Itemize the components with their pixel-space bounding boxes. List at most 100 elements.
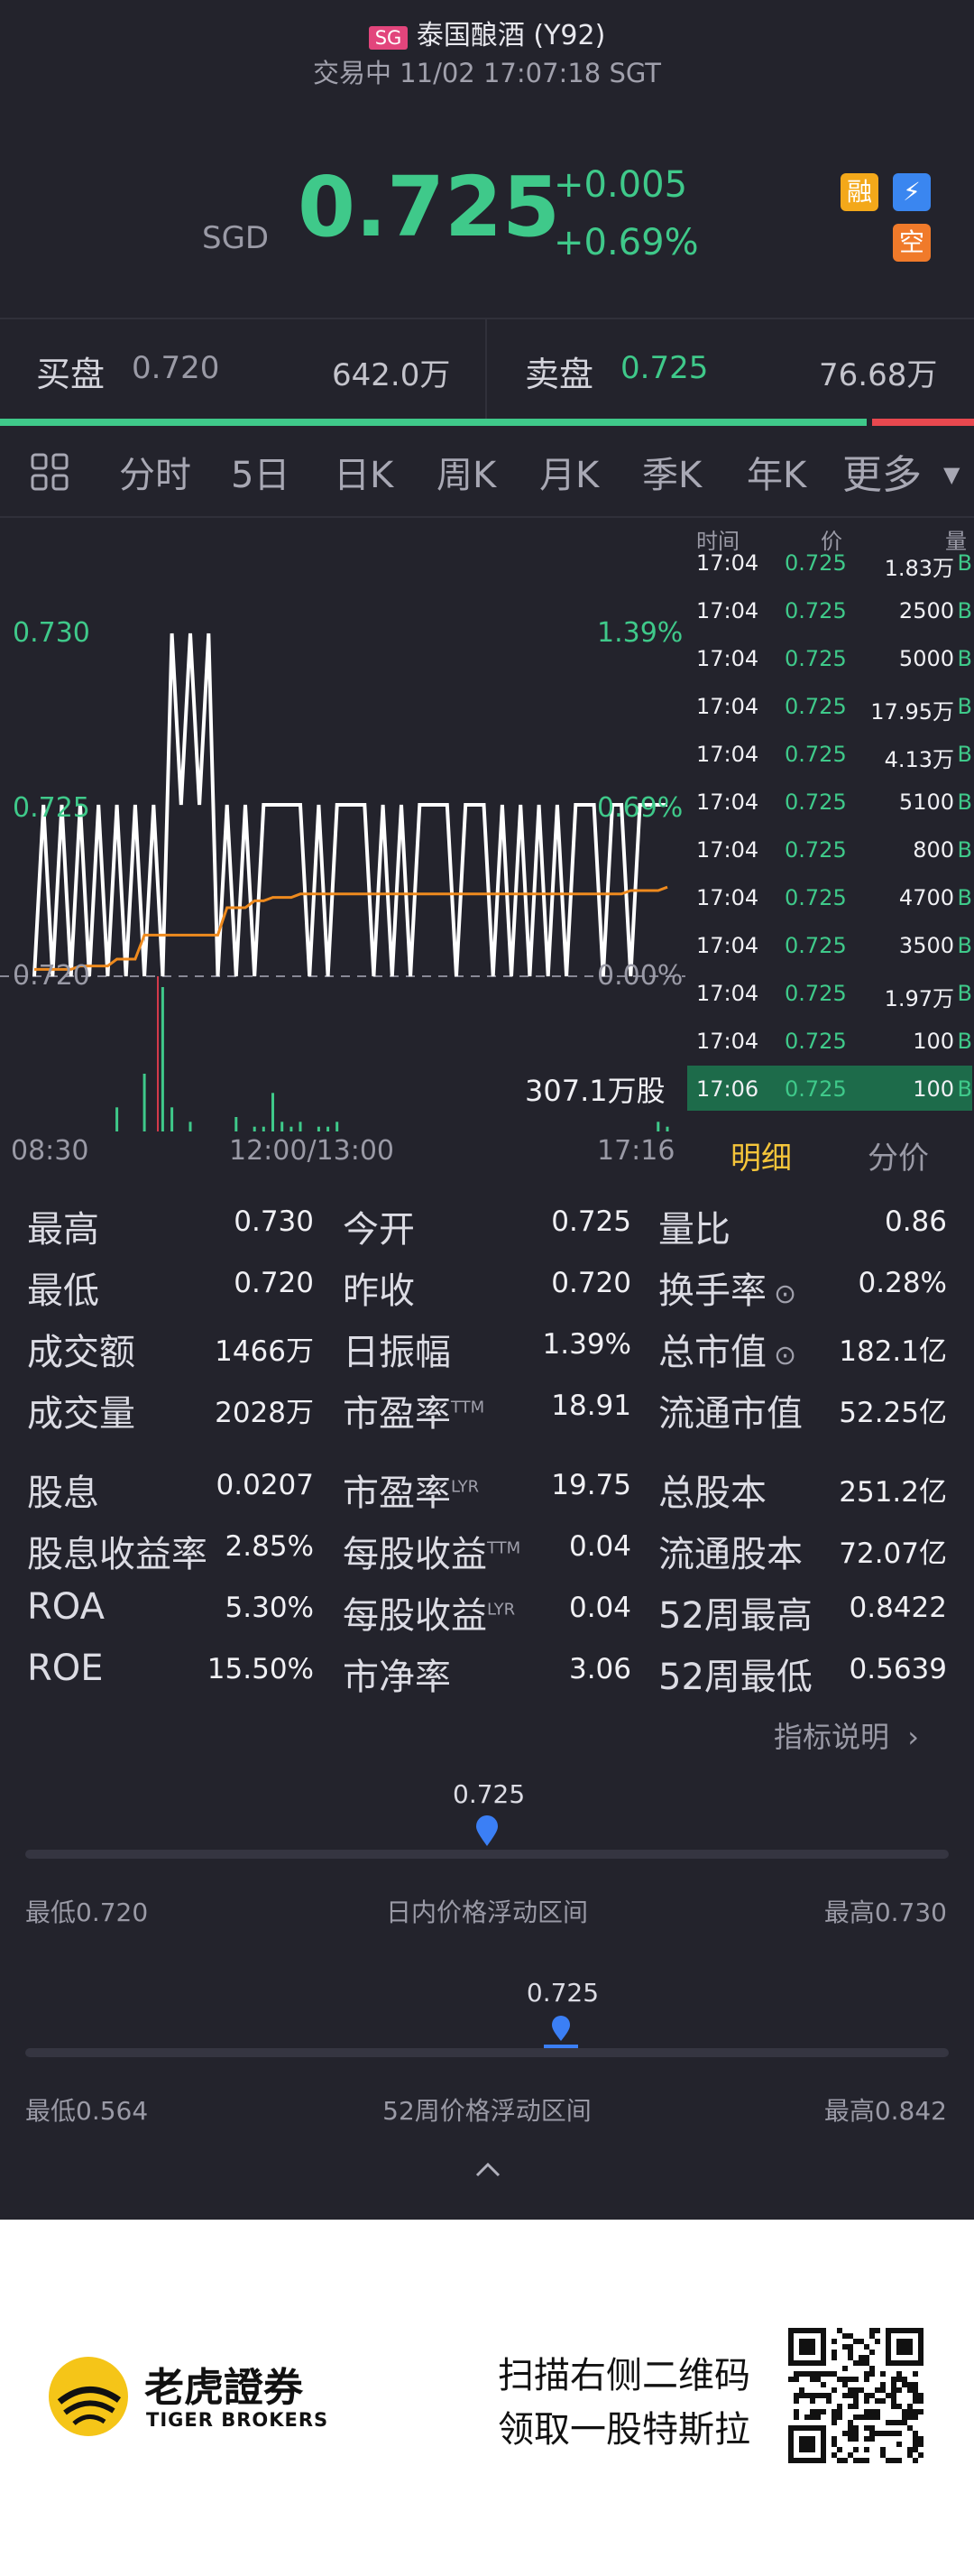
stat-value: 19.75: [551, 1469, 631, 1501]
tape-row: 17:04 0.725 1.97万 B: [687, 970, 972, 1015]
tab-yearly-k[interactable]: 年K: [747, 446, 806, 498]
trade-tape[interactable]: 时间 价 量 17:04 0.725 1.83万 B 17:04 0.725 2500 B 17…: [687, 518, 974, 1131]
trading-status: 交易中 11/02 17:07:18 SGT: [312, 58, 662, 88]
volume-bar: [280, 1122, 284, 1131]
volume-bar: [115, 1107, 119, 1131]
volume-bar: [271, 1093, 274, 1131]
stat-label-text: 总股本: [658, 1473, 767, 1514]
tape-time: 17:04: [696, 837, 759, 863]
tape-side: B: [957, 742, 972, 767]
stat-label-text: 股息: [27, 1473, 99, 1514]
tape-side: B: [957, 789, 972, 815]
stat-label: 最低: [27, 1261, 99, 1314]
promo-line-2: 领取一股特斯拉: [498, 2409, 750, 2451]
tape-row: 17:04 0.725 5100 B: [687, 779, 972, 824]
tape-price: 0.725: [785, 694, 847, 719]
brand-name-cn: 老虎證券: [144, 2365, 303, 2411]
tab-weekly-k[interactable]: 周K: [436, 446, 496, 498]
stat-label: 总市值 ⊙: [658, 1323, 796, 1375]
stat-label: ROE: [27, 1648, 104, 1689]
stat-label: 最高: [27, 1200, 99, 1252]
stock-title: SG 泰国酿酒 (Y92): [0, 13, 974, 52]
tab-quarterly-k[interactable]: 季K: [642, 446, 702, 498]
stat-label-text: 流通股本: [658, 1534, 803, 1575]
tab-intraday[interactable]: 分时: [119, 446, 191, 498]
day-range-panel: 0.725 最低0.720 日内价格浮动区间 最高0.730: [0, 1768, 974, 1949]
bid-ask-ratio-bar: [0, 419, 974, 426]
week52-range-current: 0.725: [526, 1978, 600, 2008]
volume-total: 307.1万股: [525, 1074, 666, 1108]
tape-price: 0.725: [785, 789, 847, 815]
tape-time: 17:04: [696, 646, 759, 671]
collapse-chevron-up-icon[interactable]: [474, 2160, 501, 2182]
bid-ratio-fill: [0, 419, 868, 426]
chart-period-tabs: 分时 5日 日K 周K 月K 季K 年K 更多 ▼: [0, 426, 974, 518]
chevron-right-icon: ›: [907, 1720, 919, 1754]
info-icon[interactable]: ⊙: [774, 1279, 796, 1310]
tab-trade-detail[interactable]: 明细: [730, 1133, 792, 1177]
tab-daily-k[interactable]: 日K: [334, 446, 393, 498]
stat-label-superscript: LYR: [451, 1477, 480, 1497]
intraday-chart[interactable]: 0.730 0.725 0.720 1.39% 0.69% 0.00% 307.…: [0, 518, 685, 1131]
time-axis-start: 08:30: [11, 1135, 89, 1167]
tape-price: 0.725: [785, 646, 847, 671]
tape-row: 17:04 0.725 800 B: [687, 826, 972, 872]
stat-label: 市盈率TTM: [343, 1384, 484, 1436]
tape-volume: 4.13万: [884, 747, 954, 772]
stat-label-text: ROA: [27, 1586, 105, 1628]
flash-badge-icon[interactable]: ⚡: [893, 173, 931, 211]
brand-name-en: TIGER BROKERS: [146, 2409, 329, 2431]
tape-price: 0.725: [785, 981, 847, 1006]
ask-ratio-fill: [872, 419, 974, 426]
tape-volume: 5100: [898, 789, 954, 815]
more-dropdown-icon[interactable]: ▼: [943, 462, 960, 487]
volume-bar: [299, 1122, 302, 1131]
tab-5day[interactable]: 5日: [231, 446, 289, 498]
margin-badge-icon[interactable]: 融: [841, 173, 878, 211]
tape-time: 17:04: [696, 598, 759, 623]
stat-label-text: 流通市值: [658, 1393, 803, 1435]
stat-label: 成交量: [27, 1384, 135, 1436]
tape-row: 17:04 0.725 2500 B: [687, 587, 972, 632]
layout-grid-icon[interactable]: [31, 453, 69, 494]
stat-label-text: 每股收益: [343, 1534, 487, 1575]
week52-range-high: 最高0.842: [823, 2096, 947, 2126]
tab-monthly-k[interactable]: 月K: [539, 446, 599, 498]
volume-bar: [234, 1117, 238, 1131]
stat-label: 股息: [27, 1463, 99, 1516]
stat-label: 股息收益率: [27, 1525, 207, 1577]
tape-side: B: [957, 837, 972, 863]
stat-value: 0.720: [551, 1267, 631, 1299]
metrics-explanation-link[interactable]: 指标说明 ›: [774, 1714, 919, 1756]
bid-label: 买盘: [36, 355, 106, 394]
tape-side: B: [957, 1029, 972, 1054]
stat-value: 0.720: [234, 1267, 314, 1299]
stat-value: 0.04: [568, 1592, 631, 1624]
price-line: [32, 632, 667, 977]
tape-volume: 2500: [898, 598, 954, 623]
stat-value: 0.0207: [216, 1469, 314, 1501]
tape-price: 0.725: [785, 837, 847, 863]
short-badge-icon[interactable]: 空: [893, 224, 931, 262]
stat-label-text: 日振幅: [343, 1332, 451, 1373]
qr-code[interactable]: [788, 2328, 923, 2467]
stat-label-superscript: TTM: [487, 1538, 521, 1558]
stat-label-text: 成交量: [27, 1393, 135, 1435]
stats-grid: 最高 0.730 最低 0.720 成交额 1466万 成交量 2028万 股息 0.0207 股息…: [0, 1182, 974, 1741]
stat-value: 2.85%: [225, 1530, 314, 1563]
pct-axis-high: 1.39%: [597, 617, 684, 649]
bid-volume: 642.0万: [332, 357, 451, 393]
stat-label: 每股收益TTM: [343, 1525, 520, 1577]
stat-label-text: 最低: [27, 1270, 99, 1312]
tab-price-distribution[interactable]: 分价: [868, 1133, 929, 1177]
metrics-explanation-label: 指标说明: [774, 1720, 890, 1754]
tape-price: 0.725: [785, 933, 847, 958]
ask-price: 0.725: [620, 350, 709, 386]
volume-bar: [326, 1126, 330, 1131]
stat-label: 每股收益LYR: [343, 1586, 515, 1639]
price-axis-high: 0.730: [13, 617, 90, 649]
info-icon[interactable]: ⊙: [774, 1340, 796, 1371]
tab-more[interactable]: 更多: [842, 442, 922, 500]
tape-row: 17:04 0.725 5000 B: [687, 635, 972, 680]
stat-value: 0.5639: [849, 1653, 947, 1685]
